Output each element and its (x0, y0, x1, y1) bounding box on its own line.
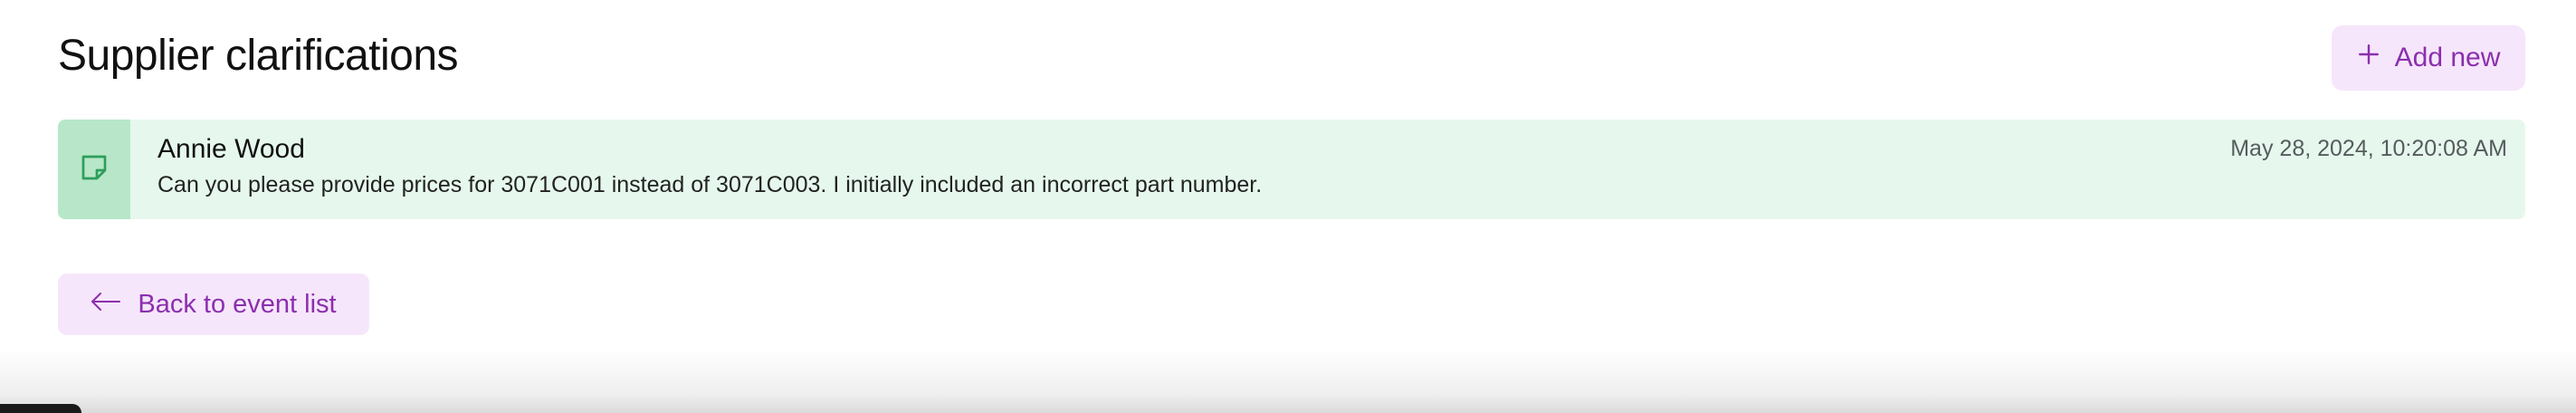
arrow-left-icon (91, 290, 121, 320)
sticky-note-icon (78, 151, 110, 188)
clarification-timestamp: May 28, 2024, 10:20:08 AM (2230, 136, 2507, 161)
window-edge (0, 404, 81, 413)
page-title: Supplier clarifications (58, 32, 459, 80)
add-new-label: Add new (2394, 43, 2501, 72)
back-label: Back to event list (138, 289, 337, 319)
section-header: Supplier clarifications Add new (58, 25, 2525, 92)
clarification-item: Annie Wood Can you please provide prices… (58, 120, 2525, 219)
clarification-author: Annie Wood (157, 134, 305, 164)
plus-icon (2357, 43, 2380, 73)
add-new-button[interactable]: Add new (2332, 25, 2525, 91)
back-to-event-list-button[interactable]: Back to event list (58, 274, 369, 335)
note-icon-cell (58, 120, 130, 219)
bottom-shadow (0, 350, 2576, 413)
page: Supplier clarifications Add new Annie Wo… (0, 0, 2576, 413)
clarification-message: Can you please provide prices for 3071C0… (157, 172, 1263, 197)
